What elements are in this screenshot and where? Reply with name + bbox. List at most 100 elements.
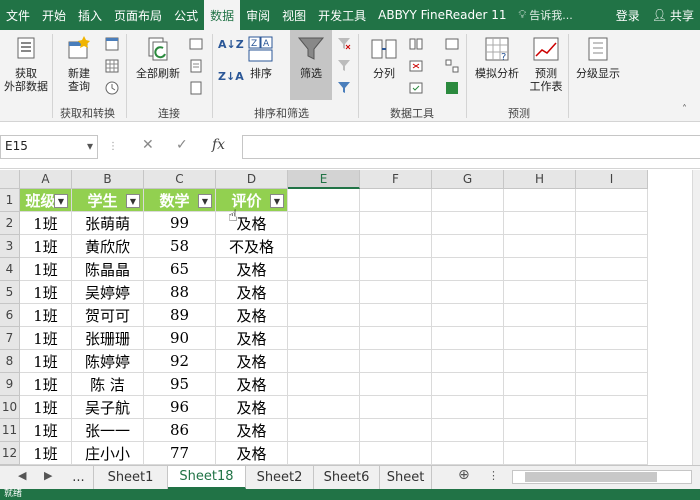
row-header-9[interactable]: 9 — [0, 373, 20, 396]
filter-button[interactable]: 筛选 — [290, 30, 332, 100]
reapply-filter-icon[interactable] — [336, 58, 352, 74]
table-cell[interactable]: 庄小小 — [72, 442, 144, 465]
table-cell[interactable]: 及格 — [216, 258, 288, 281]
empty-cell[interactable] — [576, 442, 648, 465]
table-cell[interactable]: 吴婷婷 — [72, 281, 144, 304]
row-header-6[interactable]: 6 — [0, 304, 20, 327]
connections-icon[interactable] — [188, 36, 204, 52]
sheet-tabs-more-icon[interactable]: ⋮ — [488, 469, 499, 482]
filter-dropdown-icon[interactable]: ▼ — [198, 194, 212, 208]
forecast-sheet-button[interactable]: 预测 工作表 — [526, 34, 566, 93]
vertical-scrollbar[interactable] — [692, 170, 700, 465]
empty-cell[interactable] — [432, 281, 504, 304]
add-sheet-icon[interactable]: ⊕ — [458, 467, 470, 483]
scroll-thumb[interactable] — [525, 472, 657, 482]
empty-cell[interactable] — [504, 281, 576, 304]
row-header-1[interactable]: 1 — [0, 189, 20, 212]
ribbon-tab-3[interactable]: 页面布局 — [108, 0, 168, 30]
table-cell[interactable]: 陈婷婷 — [72, 350, 144, 373]
header-cell[interactable]: 评价 ▼ — [216, 189, 288, 212]
table-cell[interactable]: 张一一 — [72, 419, 144, 442]
table-cell[interactable]: 1班 — [20, 396, 72, 419]
empty-cell[interactable] — [288, 327, 360, 350]
empty-cell[interactable] — [288, 396, 360, 419]
empty-cell[interactable] — [432, 327, 504, 350]
table-cell[interactable]: 86 — [144, 419, 216, 442]
consolidate-icon[interactable] — [444, 36, 460, 52]
empty-cell[interactable] — [504, 212, 576, 235]
empty-cell[interactable] — [504, 396, 576, 419]
table-cell[interactable]: 90 — [144, 327, 216, 350]
share-button[interactable]: 👤︎ 共享 — [646, 0, 700, 30]
table-cell[interactable]: 及格 — [216, 212, 288, 235]
empty-cell[interactable] — [432, 304, 504, 327]
show-queries-icon[interactable] — [104, 36, 120, 52]
empty-cell[interactable] — [360, 235, 432, 258]
ribbon-tab-0[interactable]: 文件 — [0, 0, 36, 30]
empty-cell[interactable] — [360, 350, 432, 373]
table-cell[interactable]: 及格 — [216, 304, 288, 327]
empty-cell[interactable] — [504, 442, 576, 465]
table-cell[interactable]: 88 — [144, 281, 216, 304]
column-header-D[interactable]: D — [216, 170, 288, 189]
empty-cell[interactable] — [504, 258, 576, 281]
table-cell[interactable]: 89 — [144, 304, 216, 327]
empty-cell[interactable] — [432, 373, 504, 396]
table-cell[interactable]: 及格 — [216, 442, 288, 465]
outline-button[interactable]: 分级显示 — [572, 34, 624, 80]
table-cell[interactable]: 张珊珊 — [72, 327, 144, 350]
sheet-tab-3[interactable]: Sheet2 — [246, 466, 314, 489]
empty-cell[interactable] — [360, 327, 432, 350]
table-cell[interactable]: 1班 — [20, 304, 72, 327]
empty-cell[interactable] — [504, 235, 576, 258]
empty-cell[interactable] — [360, 396, 432, 419]
remove-duplicates-icon[interactable] — [408, 58, 424, 74]
empty-cell[interactable] — [504, 373, 576, 396]
empty-cell[interactable] — [360, 212, 432, 235]
table-cell[interactable]: 92 — [144, 350, 216, 373]
ribbon-tab-2[interactable]: 插入 — [72, 0, 108, 30]
empty-cell[interactable] — [288, 350, 360, 373]
ribbon-tab-9[interactable]: ABBYY FineReader 11 — [372, 0, 512, 30]
table-cell[interactable]: 及格 — [216, 281, 288, 304]
login-button[interactable]: 登录 — [610, 0, 646, 30]
table-cell[interactable]: 77 — [144, 442, 216, 465]
resize-handle-icon[interactable]: ⋮ — [108, 141, 118, 152]
sheet-tab-5[interactable]: Sheet — [380, 466, 432, 489]
empty-cell[interactable] — [504, 350, 576, 373]
table-cell[interactable]: 96 — [144, 396, 216, 419]
empty-cell[interactable] — [288, 304, 360, 327]
empty-cell[interactable] — [432, 396, 504, 419]
column-header-A[interactable]: A — [20, 170, 72, 189]
filter-dropdown-icon[interactable]: ▼ — [54, 194, 68, 208]
row-header-2[interactable]: 2 — [0, 212, 20, 235]
filter-dropdown-icon[interactable]: ▼ — [126, 194, 140, 208]
empty-cell[interactable] — [432, 212, 504, 235]
filter-dropdown-icon[interactable]: ▼ — [270, 194, 284, 208]
empty-cell[interactable] — [576, 235, 648, 258]
empty-cell[interactable] — [576, 350, 648, 373]
ribbon-tab-5[interactable]: 数据 — [204, 0, 241, 30]
empty-cell[interactable] — [288, 419, 360, 442]
empty-cell[interactable] — [576, 396, 648, 419]
table-cell[interactable]: 及格 — [216, 373, 288, 396]
table-cell[interactable]: 1班 — [20, 258, 72, 281]
ribbon-tab-1[interactable]: 开始 — [36, 0, 72, 30]
empty-cell[interactable] — [288, 235, 360, 258]
text-to-columns-button[interactable]: 分列 — [364, 34, 404, 80]
new-query-button[interactable]: 新建 查询 — [58, 34, 100, 93]
sheet-tab-1[interactable]: Sheet1 — [94, 466, 168, 489]
ribbon-tab-7[interactable]: 视图 — [276, 0, 312, 30]
table-cell[interactable]: 1班 — [20, 281, 72, 304]
empty-cell[interactable] — [504, 419, 576, 442]
ribbon-tab-4[interactable]: 公式 — [168, 0, 204, 30]
collapse-ribbon-icon[interactable]: ˄ — [682, 104, 687, 115]
insert-function-button[interactable]: fx — [212, 137, 225, 153]
empty-cell[interactable] — [288, 189, 360, 212]
empty-cell[interactable] — [504, 304, 576, 327]
empty-cell[interactable] — [288, 373, 360, 396]
table-cell[interactable]: 1班 — [20, 327, 72, 350]
empty-cell[interactable] — [432, 442, 504, 465]
sheet-tab-4[interactable]: Sheet6 — [314, 466, 380, 489]
table-cell[interactable]: 及格 — [216, 327, 288, 350]
